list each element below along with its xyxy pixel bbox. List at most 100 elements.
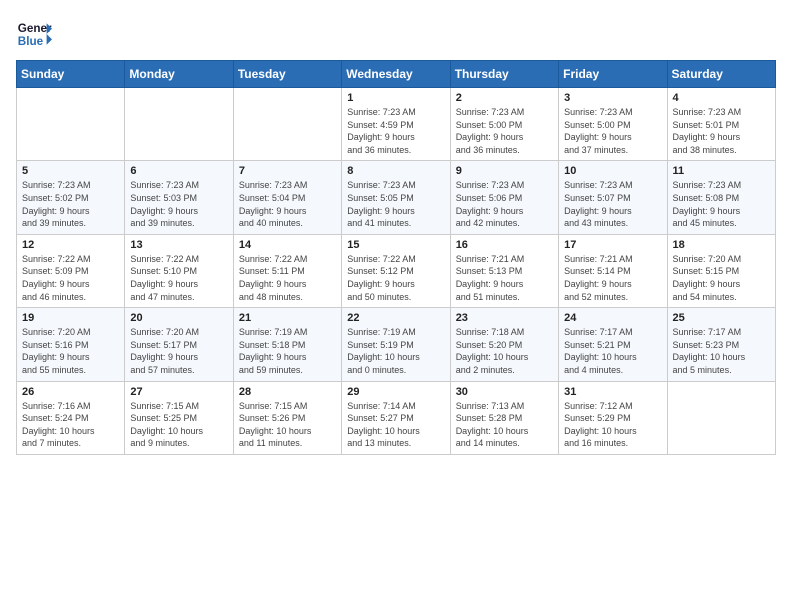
- day-number: 20: [130, 312, 227, 324]
- calendar-cell: 29 Sunrise: 7:14 AM Sunset: 5:27 PM Dayli…: [342, 381, 450, 454]
- calendar-cell: 27 Sunrise: 7:15 AM Sunset: 5:25 PM Dayli…: [125, 381, 233, 454]
- logo: General Blue: [16, 16, 52, 52]
- weekday-header-row: SundayMondayTuesdayWednesdayThursdayFrid…: [17, 61, 776, 88]
- calendar-cell: 14Sunrise: 7:22 AM Sunset: 5:11 PM Dayli…: [233, 234, 341, 307]
- day-info: Sunrise: 7:23 AM Sunset: 5:01 PM Dayligh…: [673, 106, 770, 156]
- weekday-header-thursday: Thursday: [450, 61, 558, 88]
- day-info: Sunrise: 7:12 AM Sunset: 5:29 PM Dayligh…: [564, 400, 661, 450]
- weekday-header-tuesday: Tuesday: [233, 61, 341, 88]
- svg-text:Blue: Blue: [18, 35, 44, 48]
- calendar-cell: 12 Sunrise: 7:22 AM Sunset: 5:09 PM Dayli…: [17, 234, 125, 307]
- calendar-cell: 11Sunrise: 7:23 AM Sunset: 5:08 PM Dayli…: [667, 161, 775, 234]
- calendar-cell: [17, 88, 125, 161]
- day-info: Sunrise: 7:23 AM Sunset: 5:00 PM Dayligh…: [456, 106, 553, 156]
- day-info: Sunrise: 7:17 AM Sunset: 5:23 PM Dayligh…: [673, 326, 770, 376]
- weekday-header-saturday: Saturday: [667, 61, 775, 88]
- calendar-cell: 31 Sunrise: 7:12 AM Sunset: 5:29 PM Dayli…: [559, 381, 667, 454]
- calendar-cell: 1Sunrise: 7:23 AM Sunset: 4:59 PM Daylig…: [342, 88, 450, 161]
- header: General Blue: [16, 16, 776, 52]
- weekday-header-wednesday: Wednesday: [342, 61, 450, 88]
- calendar-cell: 25 Sunrise: 7:17 AM Sunset: 5:23 PM Dayli…: [667, 308, 775, 381]
- calendar-cell: 3 Sunrise: 7:23 AM Sunset: 5:00 PM Daylig…: [559, 88, 667, 161]
- day-number: 6: [130, 165, 227, 177]
- calendar-cell: 23 Sunrise: 7:18 AM Sunset: 5:20 PM Dayli…: [450, 308, 558, 381]
- day-info: Sunrise: 7:14 AM Sunset: 5:27 PM Dayligh…: [347, 400, 444, 450]
- day-info: Sunrise: 7:22 AM Sunset: 5:11 PM Dayligh…: [239, 253, 336, 303]
- logo-icon: General Blue: [16, 16, 52, 52]
- day-info: Sunrise: 7:15 AM Sunset: 5:25 PM Dayligh…: [130, 400, 227, 450]
- calendar-cell: 2 Sunrise: 7:23 AM Sunset: 5:00 PM Daylig…: [450, 88, 558, 161]
- day-info: Sunrise: 7:19 AM Sunset: 5:18 PM Dayligh…: [239, 326, 336, 376]
- calendar-cell: 20 Sunrise: 7:20 AM Sunset: 5:17 PM Dayli…: [125, 308, 233, 381]
- day-number: 18: [673, 239, 770, 251]
- calendar-cell: 10Sunrise: 7:23 AM Sunset: 5:07 PM Dayli…: [559, 161, 667, 234]
- weekday-header-monday: Monday: [125, 61, 233, 88]
- day-info: Sunrise: 7:19 AM Sunset: 5:19 PM Dayligh…: [347, 326, 444, 376]
- calendar-cell: 9 Sunrise: 7:23 AM Sunset: 5:06 PM Daylig…: [450, 161, 558, 234]
- day-number: 24: [564, 312, 661, 324]
- weekday-header-friday: Friday: [559, 61, 667, 88]
- calendar-cell: 30Sunrise: 7:13 AM Sunset: 5:28 PM Dayli…: [450, 381, 558, 454]
- day-number: 9: [456, 165, 553, 177]
- day-number: 28: [239, 386, 336, 398]
- day-number: 25: [673, 312, 770, 324]
- day-info: Sunrise: 7:23 AM Sunset: 5:06 PM Dayligh…: [456, 179, 553, 229]
- day-info: Sunrise: 7:21 AM Sunset: 5:14 PM Dayligh…: [564, 253, 661, 303]
- calendar-cell: 15 Sunrise: 7:22 AM Sunset: 5:12 PM Dayli…: [342, 234, 450, 307]
- calendar-week-row: 26 Sunrise: 7:16 AM Sunset: 5:24 PM Dayli…: [17, 381, 776, 454]
- day-number: 29: [347, 386, 444, 398]
- calendar-cell: [125, 88, 233, 161]
- day-number: 3: [564, 92, 661, 104]
- day-number: 5: [22, 165, 119, 177]
- day-number: 31: [564, 386, 661, 398]
- day-info: Sunrise: 7:22 AM Sunset: 5:12 PM Dayligh…: [347, 253, 444, 303]
- calendar-cell: 19 Sunrise: 7:20 AM Sunset: 5:16 PM Dayli…: [17, 308, 125, 381]
- calendar-table: SundayMondayTuesdayWednesdayThursdayFrid…: [16, 60, 776, 455]
- day-info: Sunrise: 7:17 AM Sunset: 5:21 PM Dayligh…: [564, 326, 661, 376]
- weekday-header-sunday: Sunday: [17, 61, 125, 88]
- day-info: Sunrise: 7:15 AM Sunset: 5:26 PM Dayligh…: [239, 400, 336, 450]
- calendar-cell: 17Sunrise: 7:21 AM Sunset: 5:14 PM Dayli…: [559, 234, 667, 307]
- day-number: 21: [239, 312, 336, 324]
- calendar-cell: 6Sunrise: 7:23 AM Sunset: 5:03 PM Daylig…: [125, 161, 233, 234]
- day-number: 8: [347, 165, 444, 177]
- calendar-cell: 28 Sunrise: 7:15 AM Sunset: 5:26 PM Dayli…: [233, 381, 341, 454]
- day-info: Sunrise: 7:18 AM Sunset: 5:20 PM Dayligh…: [456, 326, 553, 376]
- day-info: Sunrise: 7:13 AM Sunset: 5:28 PM Dayligh…: [456, 400, 553, 450]
- day-info: Sunrise: 7:21 AM Sunset: 5:13 PM Dayligh…: [456, 253, 553, 303]
- calendar-cell: 4 Sunrise: 7:23 AM Sunset: 5:01 PM Daylig…: [667, 88, 775, 161]
- day-info: Sunrise: 7:20 AM Sunset: 5:17 PM Dayligh…: [130, 326, 227, 376]
- day-number: 12: [22, 239, 119, 251]
- calendar-week-row: 12 Sunrise: 7:22 AM Sunset: 5:09 PM Dayli…: [17, 234, 776, 307]
- day-number: 19: [22, 312, 119, 324]
- day-number: 4: [673, 92, 770, 104]
- day-info: Sunrise: 7:23 AM Sunset: 5:07 PM Dayligh…: [564, 179, 661, 229]
- day-info: Sunrise: 7:20 AM Sunset: 5:15 PM Dayligh…: [673, 253, 770, 303]
- day-info: Sunrise: 7:22 AM Sunset: 5:09 PM Dayligh…: [22, 253, 119, 303]
- day-number: 2: [456, 92, 553, 104]
- calendar-cell: 13 Sunrise: 7:22 AM Sunset: 5:10 PM Dayli…: [125, 234, 233, 307]
- calendar-week-row: 19 Sunrise: 7:20 AM Sunset: 5:16 PM Dayli…: [17, 308, 776, 381]
- day-number: 27: [130, 386, 227, 398]
- page-container: General Blue SundayMondayTuesdayWednesda…: [16, 16, 776, 455]
- calendar-cell: 16Sunrise: 7:21 AM Sunset: 5:13 PM Dayli…: [450, 234, 558, 307]
- day-number: 22: [347, 312, 444, 324]
- day-number: 15: [347, 239, 444, 251]
- calendar-cell: 7 Sunrise: 7:23 AM Sunset: 5:04 PM Daylig…: [233, 161, 341, 234]
- day-number: 23: [456, 312, 553, 324]
- calendar-cell: 22 Sunrise: 7:19 AM Sunset: 5:19 PM Dayli…: [342, 308, 450, 381]
- day-info: Sunrise: 7:23 AM Sunset: 5:02 PM Dayligh…: [22, 179, 119, 229]
- calendar-week-row: 5 Sunrise: 7:23 AM Sunset: 5:02 PM Daylig…: [17, 161, 776, 234]
- day-number: 26: [22, 386, 119, 398]
- day-info: Sunrise: 7:23 AM Sunset: 5:04 PM Dayligh…: [239, 179, 336, 229]
- day-number: 7: [239, 165, 336, 177]
- day-number: 13: [130, 239, 227, 251]
- day-info: Sunrise: 7:23 AM Sunset: 5:00 PM Dayligh…: [564, 106, 661, 156]
- day-info: Sunrise: 7:16 AM Sunset: 5:24 PM Dayligh…: [22, 400, 119, 450]
- calendar-cell: 26 Sunrise: 7:16 AM Sunset: 5:24 PM Dayli…: [17, 381, 125, 454]
- calendar-cell: 18 Sunrise: 7:20 AM Sunset: 5:15 PM Dayli…: [667, 234, 775, 307]
- calendar-cell: 21 Sunrise: 7:19 AM Sunset: 5:18 PM Dayli…: [233, 308, 341, 381]
- calendar-cell: 24 Sunrise: 7:17 AM Sunset: 5:21 PM Dayli…: [559, 308, 667, 381]
- day-info: Sunrise: 7:20 AM Sunset: 5:16 PM Dayligh…: [22, 326, 119, 376]
- day-info: Sunrise: 7:22 AM Sunset: 5:10 PM Dayligh…: [130, 253, 227, 303]
